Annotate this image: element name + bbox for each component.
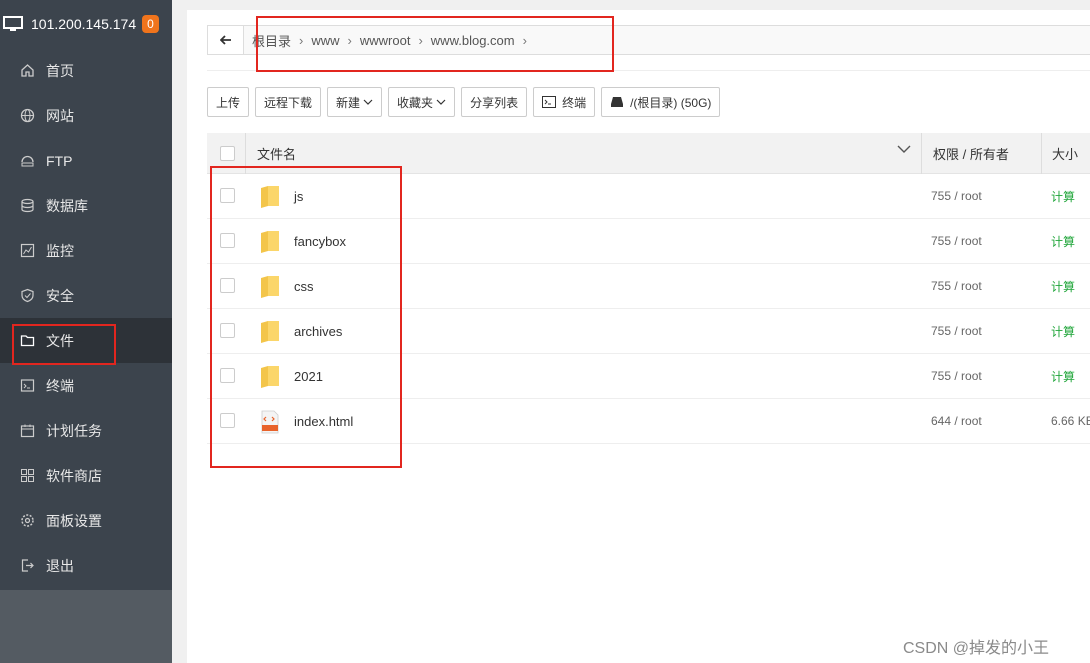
sidebar-item-settings[interactable]: 面板设置 bbox=[0, 498, 172, 543]
chevron-down-icon bbox=[363, 99, 373, 105]
new-dropdown-button[interactable]: 新建 bbox=[327, 87, 383, 117]
file-permission[interactable]: 755 / root bbox=[931, 234, 982, 248]
sidebar-item-ftp[interactable]: FTP bbox=[0, 138, 172, 183]
disk-icon bbox=[611, 97, 624, 107]
logout-icon bbox=[20, 558, 35, 573]
sidebar-item-label: 监控 bbox=[46, 242, 74, 259]
disk-label: /(根目录) (50G) bbox=[630, 95, 712, 110]
select-all-checkbox[interactable] bbox=[220, 145, 235, 161]
calc-size-link[interactable]: 计算 bbox=[1051, 368, 1075, 385]
file-permission[interactable]: 755 / root bbox=[931, 324, 982, 338]
file-size: 6.66 KB bbox=[1051, 414, 1090, 428]
annotation-box-file-list bbox=[210, 166, 402, 468]
notification-badge[interactable]: 0 bbox=[142, 15, 159, 33]
file-permission[interactable]: 755 / root bbox=[931, 279, 982, 293]
sidebar-item-website[interactable]: 网站 bbox=[0, 93, 172, 138]
sidebar-item-terminal[interactable]: 终端 bbox=[0, 363, 172, 408]
upload-button[interactable]: 上传 bbox=[207, 87, 250, 117]
sidebar-item-cron[interactable]: 计划任务 bbox=[0, 408, 172, 453]
column-divider bbox=[1041, 133, 1042, 174]
apps-grid-icon bbox=[20, 468, 35, 483]
remote-download-button[interactable]: 远程下载 bbox=[255, 87, 322, 117]
sidebar-item-logout[interactable]: 退出 bbox=[0, 543, 172, 588]
share-list-button[interactable]: 分享列表 bbox=[461, 87, 528, 117]
column-header-name[interactable]: 文件名 bbox=[257, 144, 296, 163]
monitor-chart-icon bbox=[20, 243, 35, 258]
share-list-label: 分享列表 bbox=[470, 95, 519, 110]
back-button[interactable] bbox=[208, 26, 244, 54]
arrow-left-icon bbox=[219, 35, 231, 45]
remote-download-label: 远程下载 bbox=[264, 95, 313, 110]
sidebar-item-label: 首页 bbox=[46, 62, 74, 79]
sidebar-item-store[interactable]: 软件商店 bbox=[0, 453, 172, 498]
sidebar-item-database[interactable]: 数据库 bbox=[0, 183, 172, 228]
sidebar-item-security[interactable]: 安全 bbox=[0, 273, 172, 318]
sidebar-item-label: 数据库 bbox=[46, 197, 88, 214]
chevron-down-icon bbox=[436, 99, 446, 105]
favorites-dropdown-button[interactable]: 收藏夹 bbox=[388, 87, 456, 117]
sidebar-item-label: 退出 bbox=[46, 557, 74, 574]
globe-icon bbox=[20, 108, 35, 123]
sidebar-item-label: 安全 bbox=[46, 287, 74, 304]
sidebar-item-label: 终端 bbox=[46, 377, 74, 394]
monitor-icon bbox=[3, 16, 23, 31]
sidebar-item-label: 软件商店 bbox=[46, 467, 102, 484]
sidebar-menu: 首页 网站 FTP 数据库 监控 安全 文件 终端 计划任务 软件商店 面板设置… bbox=[0, 48, 172, 588]
ftp-icon bbox=[20, 153, 35, 168]
file-permission[interactable]: 755 / root bbox=[931, 369, 982, 383]
annotation-box-files-menu bbox=[12, 324, 116, 365]
gear-icon bbox=[20, 513, 35, 528]
terminal-label: 终端 bbox=[562, 95, 587, 110]
toolbar: 上传 远程下载 新建 收藏夹 分享列表 终端 /(根目录) (50G) bbox=[207, 87, 726, 117]
calc-size-link[interactable]: 计算 bbox=[1051, 233, 1075, 250]
sidebar-item-home[interactable]: 首页 bbox=[0, 48, 172, 93]
sidebar-item-label: FTP bbox=[46, 152, 73, 169]
new-label: 新建 bbox=[336, 95, 361, 110]
favorites-label: 收藏夹 bbox=[397, 95, 434, 110]
disk-button[interactable]: /(根目录) (50G) bbox=[601, 87, 721, 117]
sidebar-item-label: 网站 bbox=[46, 107, 74, 124]
column-divider bbox=[921, 133, 922, 174]
sidebar-item-label: 面板设置 bbox=[46, 512, 102, 529]
sidebar-item-label: 计划任务 bbox=[46, 422, 102, 439]
file-permission[interactable]: 755 / root bbox=[931, 189, 982, 203]
calc-size-link[interactable]: 计算 bbox=[1051, 188, 1075, 205]
calc-size-link[interactable]: 计算 bbox=[1051, 278, 1075, 295]
sidebar-footer bbox=[0, 590, 172, 663]
annotation-box-breadcrumb bbox=[256, 16, 614, 72]
file-permission[interactable]: 644 / root bbox=[931, 414, 982, 428]
shield-icon bbox=[20, 288, 35, 303]
calc-size-link[interactable]: 计算 bbox=[1051, 323, 1075, 340]
upload-label: 上传 bbox=[216, 95, 241, 110]
chevron-down-icon[interactable] bbox=[897, 145, 911, 154]
database-icon bbox=[20, 198, 35, 213]
host-ip: 101.200.145.174 bbox=[31, 16, 137, 32]
terminal-button[interactable]: 终端 bbox=[533, 87, 596, 117]
column-header-size[interactable]: 大小 bbox=[1052, 144, 1078, 163]
column-header-permission[interactable]: 权限 / 所有者 bbox=[933, 144, 1009, 163]
calendar-icon bbox=[20, 423, 35, 438]
watermark: CSDN @掉发的小王 bbox=[903, 640, 1050, 657]
server-host[interactable]: 101.200.145.174 0 bbox=[0, 0, 172, 48]
terminal-icon bbox=[20, 378, 35, 393]
sidebar-item-monitor[interactable]: 监控 bbox=[0, 228, 172, 273]
terminal-icon bbox=[542, 96, 557, 108]
home-icon bbox=[20, 63, 35, 78]
